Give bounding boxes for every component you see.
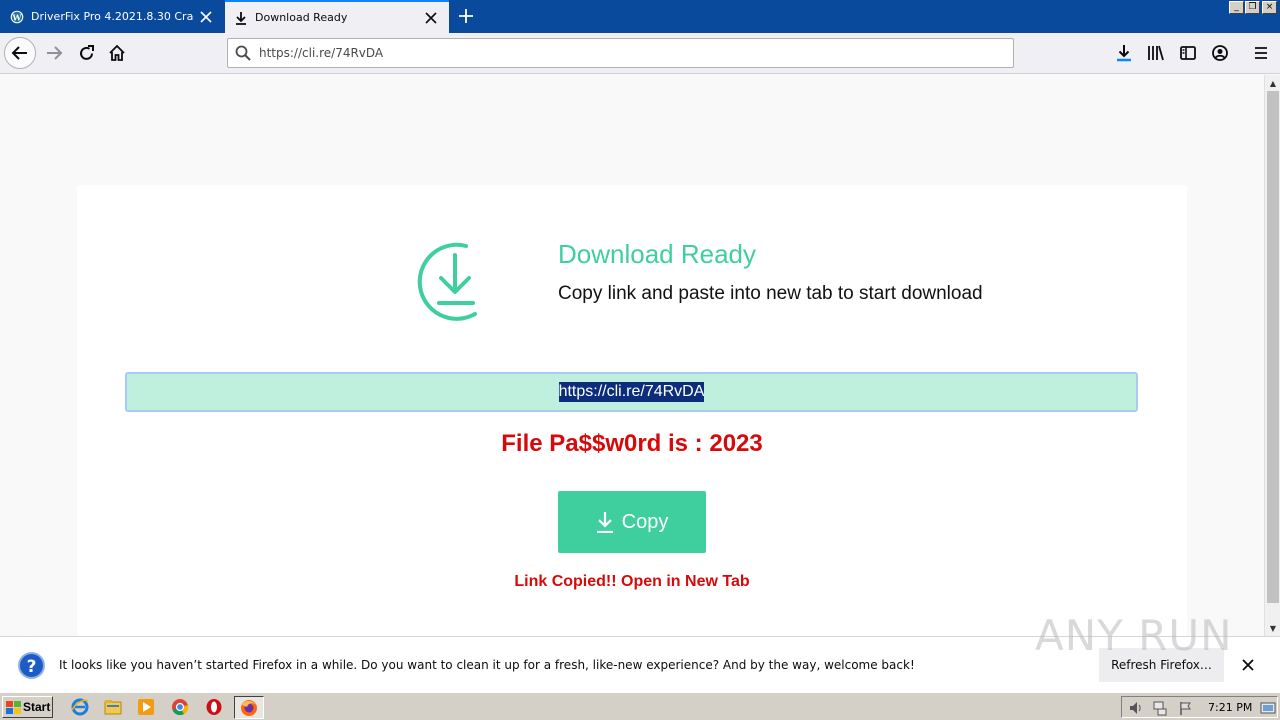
- notification-message: It looks like you haven’t started Firefo…: [59, 658, 915, 672]
- download-icon: [236, 11, 246, 25]
- clock: 7:21 PM: [1208, 701, 1253, 714]
- firefox-icon: [241, 700, 257, 716]
- download-arrow-icon: [596, 512, 613, 533]
- downloads-icon[interactable]: [1108, 37, 1140, 69]
- system-tray: 7:21 PM: [1121, 696, 1278, 718]
- close-notification-icon[interactable]: [1238, 655, 1258, 675]
- flag-icon[interactable]: [1178, 700, 1194, 716]
- scroll-down-icon[interactable]: ▼: [1265, 620, 1280, 636]
- reload-icon[interactable]: [70, 37, 102, 69]
- svg-text:W: W: [12, 12, 23, 22]
- download-ready-icon: [417, 242, 477, 321]
- taskbar: Start 7:21 PM: [0, 692, 1280, 720]
- back-icon[interactable]: [4, 37, 36, 69]
- copy-button-label: Copy: [621, 510, 669, 533]
- account-icon[interactable]: [1204, 37, 1236, 69]
- url-text: https://cli.re/74RvDA: [259, 46, 384, 60]
- restore-button[interactable]: ❐: [1245, 1, 1260, 14]
- copied-status-text: Link Copied!! Open in New Tab: [514, 573, 750, 590]
- close-window-button[interactable]: ×: [1262, 1, 1277, 14]
- home-icon[interactable]: [101, 37, 133, 69]
- tab-label: Download Ready: [255, 11, 348, 24]
- start-button[interactable]: Start: [2, 696, 53, 718]
- link-field[interactable]: https://cli.re/74RvDA: [125, 372, 1138, 412]
- tab-download-ready[interactable]: Download Ready: [225, 0, 449, 33]
- close-tab-icon[interactable]: [194, 5, 218, 29]
- address-bar[interactable]: https://cli.re/74RvDA: [227, 38, 1014, 68]
- opera-icon[interactable]: [205, 698, 223, 716]
- media-player-icon[interactable]: [137, 698, 155, 716]
- scroll-up-icon[interactable]: ▲: [1265, 75, 1280, 91]
- volume-icon[interactable]: [1128, 700, 1144, 716]
- library-icon[interactable]: [1140, 37, 1172, 69]
- windows-logo-icon: [6, 700, 21, 714]
- tab-label: DriverFix Pro 4.2021.8.30 Crack +: [31, 10, 194, 23]
- password-text: File Pa$$w0rd is : 2023: [501, 430, 763, 457]
- minimize-button[interactable]: _: [1229, 1, 1244, 14]
- copy-button[interactable]: Copy: [558, 491, 706, 553]
- forward-icon[interactable]: [38, 37, 70, 69]
- start-label: Start: [23, 700, 51, 714]
- sidebar-icon[interactable]: [1172, 37, 1204, 69]
- taskbar-firefox-window[interactable]: [234, 696, 264, 719]
- chrome-icon[interactable]: [171, 698, 189, 716]
- page-viewport: Download Ready Copy link and paste into …: [0, 75, 1264, 636]
- watermark: ANY RUN: [1035, 611, 1233, 660]
- vertical-scrollbar[interactable]: ▲ ▼: [1264, 75, 1280, 636]
- tab-driverfix[interactable]: W DriverFix Pro 4.2021.8.30 Crack +: [0, 0, 224, 33]
- close-tab-icon[interactable]: [419, 6, 443, 30]
- wordpress-icon: W: [10, 10, 24, 23]
- search-icon: [235, 45, 251, 61]
- ie-icon[interactable]: [71, 698, 89, 716]
- nav-bar: https://cli.re/74RvDA: [0, 33, 1280, 74]
- explorer-icon[interactable]: [104, 698, 122, 716]
- show-desktop-icon[interactable]: [1260, 700, 1276, 716]
- page-title: Download Ready: [558, 239, 757, 269]
- download-card: Download Ready Copy link and paste into …: [77, 185, 1187, 636]
- link-text: https://cli.re/74RvDA: [558, 382, 705, 402]
- page-subtitle: Copy link and paste into new tab to star…: [558, 283, 983, 304]
- question-icon: ?: [18, 652, 45, 679]
- tab-bar: W DriverFix Pro 4.2021.8.30 Crack + Down…: [0, 0, 1280, 33]
- scrollbar-thumb[interactable]: [1267, 91, 1279, 603]
- menu-icon[interactable]: [1245, 37, 1277, 69]
- new-tab-icon[interactable]: [454, 4, 478, 28]
- network-icon[interactable]: [1152, 700, 1168, 716]
